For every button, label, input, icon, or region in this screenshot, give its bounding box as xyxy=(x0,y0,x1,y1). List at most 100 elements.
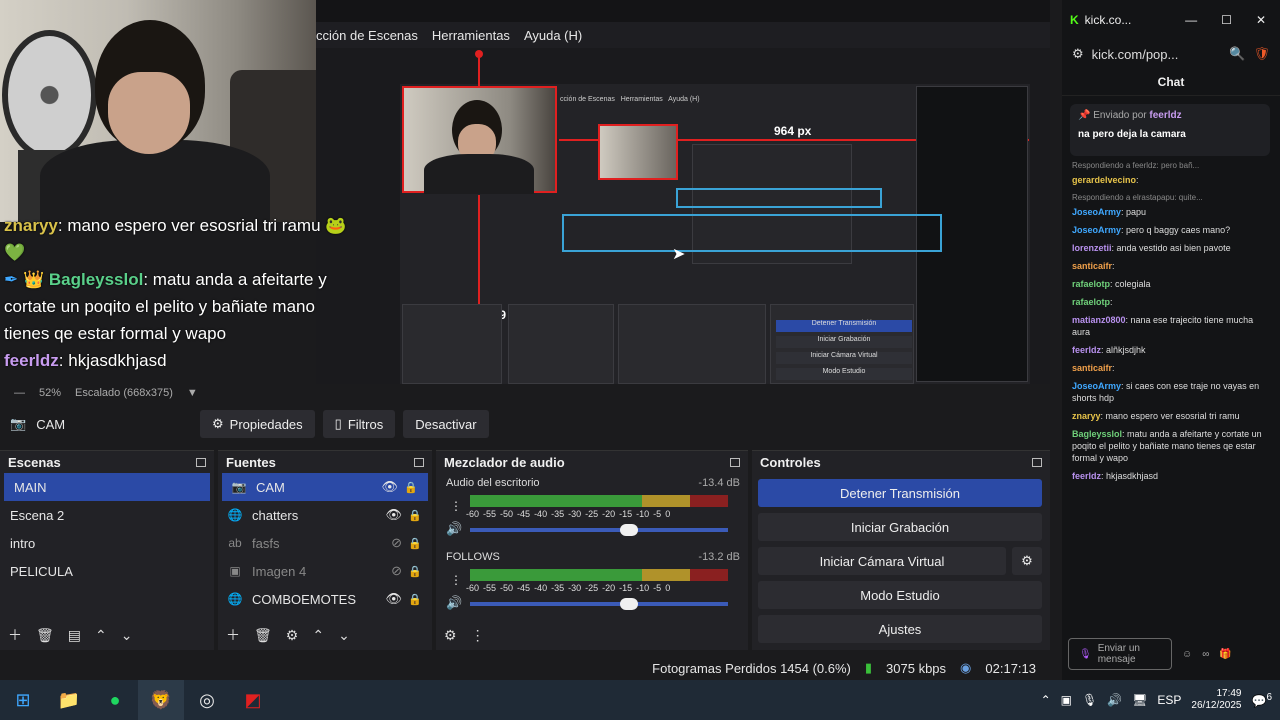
site-settings-icon[interactable]: ⚙ xyxy=(1072,46,1084,62)
more-vertical-icon[interactable]: ⋮ xyxy=(450,499,462,513)
url-text[interactable]: kick.com/pop... xyxy=(1092,47,1179,62)
microphone-icon[interactable]: 🎙 xyxy=(1082,693,1097,707)
chat-username[interactable]: JoseoArmy xyxy=(1072,207,1121,217)
trash-icon[interactable]: 🗑 xyxy=(36,627,54,644)
menu-scene-collection[interactable]: cción de Escenas xyxy=(316,28,418,43)
virtual-camera-settings-gear-icon[interactable]: ⚙ xyxy=(1012,547,1042,575)
scene-item-escena-2[interactable]: Escena 2 xyxy=(0,501,214,529)
source-item-chatters[interactable]: 🌐 chatters 👁 🔒 xyxy=(218,501,432,529)
filter-icon[interactable]: ▤ xyxy=(68,627,81,644)
speaker-icon[interactable]: 🔊 xyxy=(446,521,462,537)
chat-username[interactable]: rafaelotp xyxy=(1072,279,1110,289)
settings-button[interactable]: Ajustes xyxy=(758,615,1042,643)
lock-icon[interactable]: 🔒 xyxy=(408,593,422,606)
lock-icon[interactable]: 🔒 xyxy=(404,481,418,494)
chevron-up-icon[interactable]: ⌃ xyxy=(1041,693,1051,707)
gift-icon[interactable]: 🎁 xyxy=(1219,649,1231,660)
popout-icon[interactable] xyxy=(414,457,424,467)
volume-slider[interactable] xyxy=(470,524,728,536)
lock-icon[interactable]: 🔒 xyxy=(408,537,422,550)
stop-streaming-button[interactable]: Detener Transmisión xyxy=(758,479,1042,507)
tab-title[interactable]: kick.co... xyxy=(1085,13,1132,27)
advanced-audio-icon[interactable]: ⚙ xyxy=(444,627,457,644)
chat-input[interactable]: 🎙 Enviar un mensaje xyxy=(1068,638,1172,670)
scene-item-main[interactable]: MAIN xyxy=(4,473,210,501)
notifications-icon[interactable]: 💬6 xyxy=(1251,692,1272,708)
zoom-icon[interactable]: 🔍 xyxy=(1229,46,1245,62)
popout-icon[interactable] xyxy=(196,457,206,467)
eye-icon[interactable]: 👁 xyxy=(385,591,402,607)
amd-icon[interactable]: ◩ xyxy=(230,680,276,720)
menu-help[interactable]: Ayuda (H) xyxy=(524,28,582,43)
zoom-minus-icon[interactable]: — xyxy=(14,387,25,399)
language-indicator[interactable]: ESP xyxy=(1157,693,1181,707)
chat-username[interactable]: znaryy xyxy=(1072,411,1101,421)
brave-shield-icon[interactable]: 🛡 xyxy=(1253,46,1280,62)
eye-hidden-icon[interactable]: ⊘ xyxy=(391,563,402,579)
chevron-down-icon[interactable]: ⌄ xyxy=(338,627,350,644)
chat-username[interactable]: rafaelotp xyxy=(1072,297,1110,307)
brave-icon[interactable]: 🦁 xyxy=(138,680,184,720)
speaker-icon[interactable]: 🔊 xyxy=(446,595,462,611)
more-vertical-icon[interactable]: ⋮ xyxy=(471,627,485,644)
start-virtual-camera-button[interactable]: Iniciar Cámara Virtual xyxy=(758,547,1006,575)
lock-icon[interactable]: 🔒 xyxy=(408,509,422,522)
source-item-cam[interactable]: 📷 CAM 👁 🔒 xyxy=(222,473,428,501)
source-item-imagen-4[interactable]: ▣ Imagen 4 ⊘ 🔒 xyxy=(218,557,432,585)
properties-button[interactable]: ⚙ Propiedades xyxy=(200,410,315,438)
source-item-fasfs[interactable]: ab fasfs ⊘ 🔒 xyxy=(218,529,432,557)
menu-tools[interactable]: Herramientas xyxy=(432,28,510,43)
windows-start-icon[interactable]: ⊞ xyxy=(0,680,46,720)
rotate-handle[interactable] xyxy=(475,50,483,58)
source-item-comboemotes[interactable]: 🌐 COMBOEMOTES 👁 🔒 xyxy=(218,585,432,613)
zoom-dropdown-icon[interactable]: ▼ xyxy=(187,387,198,399)
chat-username[interactable]: gerardelvecino xyxy=(1072,175,1136,185)
chat-username[interactable]: JoseoArmy xyxy=(1072,381,1121,391)
clock[interactable]: 17:49 26/12/2025 xyxy=(1191,688,1241,712)
network-icon[interactable]: 🖥 xyxy=(1132,693,1147,707)
gear-icon[interactable]: ⚙ xyxy=(286,627,299,644)
slider-knob[interactable] xyxy=(620,598,638,610)
eye-icon[interactable]: 👁 xyxy=(385,507,402,523)
microphone-icon[interactable]: 🎙 xyxy=(1079,649,1092,660)
studio-mode-button[interactable]: Modo Estudio xyxy=(758,581,1042,609)
maximize-icon[interactable]: ☐ xyxy=(1221,13,1232,27)
more-vertical-icon[interactable]: ⋮ xyxy=(450,573,462,587)
popout-icon[interactable] xyxy=(1032,457,1042,467)
eye-icon[interactable]: 👁 xyxy=(381,479,398,495)
chevron-down-icon[interactable]: ⌄ xyxy=(121,627,133,644)
emote-icon[interactable]: ☺ xyxy=(1182,649,1192,660)
add-icon[interactable]: ＋ xyxy=(8,625,22,645)
obs-icon[interactable]: ◎ xyxy=(184,680,230,720)
chevron-up-icon[interactable]: ⌃ xyxy=(312,627,324,644)
tray-app-icon[interactable]: ▣ xyxy=(1061,693,1072,707)
slider-knob[interactable] xyxy=(620,524,638,536)
volume-slider[interactable] xyxy=(470,598,728,610)
selected-cam-source[interactable] xyxy=(402,86,557,194)
filters-button[interactable]: ▯ Filtros xyxy=(322,410,396,438)
chat-username[interactable]: feerldz xyxy=(1072,471,1101,481)
scene-item-pelicula[interactable]: PELICULA xyxy=(0,557,214,585)
chat-username[interactable]: matianz0800 xyxy=(1072,315,1126,325)
scene-item-intro[interactable]: intro xyxy=(0,529,214,557)
start-recording-button[interactable]: Iniciar Grabación xyxy=(758,513,1042,541)
zoom-percent[interactable]: 52% xyxy=(39,387,61,399)
spotify-icon[interactable]: ● xyxy=(92,680,138,720)
chat-username[interactable]: santicaifr xyxy=(1072,261,1112,271)
file-explorer-icon[interactable]: 📁 xyxy=(46,680,92,720)
trash-icon[interactable]: 🗑 xyxy=(254,627,272,644)
chat-username[interactable]: santicaifr xyxy=(1072,363,1112,373)
volume-icon[interactable]: 🔊 xyxy=(1107,693,1122,707)
nested-preview-capture[interactable]: 964 px 499 px cción de Escenas Herramien… xyxy=(400,50,1030,384)
add-icon[interactable]: ＋ xyxy=(226,625,240,645)
chat-username[interactable]: Bagleysslol xyxy=(1072,429,1122,439)
chat-username[interactable]: lorenzetii xyxy=(1072,243,1112,253)
deactivate-button[interactable]: Desactivar xyxy=(403,410,489,438)
minimize-icon[interactable]: — xyxy=(1185,13,1197,27)
popout-icon[interactable] xyxy=(730,457,740,467)
eye-hidden-icon[interactable]: ⊘ xyxy=(391,535,402,551)
close-icon[interactable]: ✕ xyxy=(1256,13,1266,27)
lock-icon[interactable]: 🔒 xyxy=(408,565,422,578)
chat-username[interactable]: feerldz xyxy=(1072,345,1101,355)
infinity-icon[interactable]: ∞ xyxy=(1202,649,1209,660)
